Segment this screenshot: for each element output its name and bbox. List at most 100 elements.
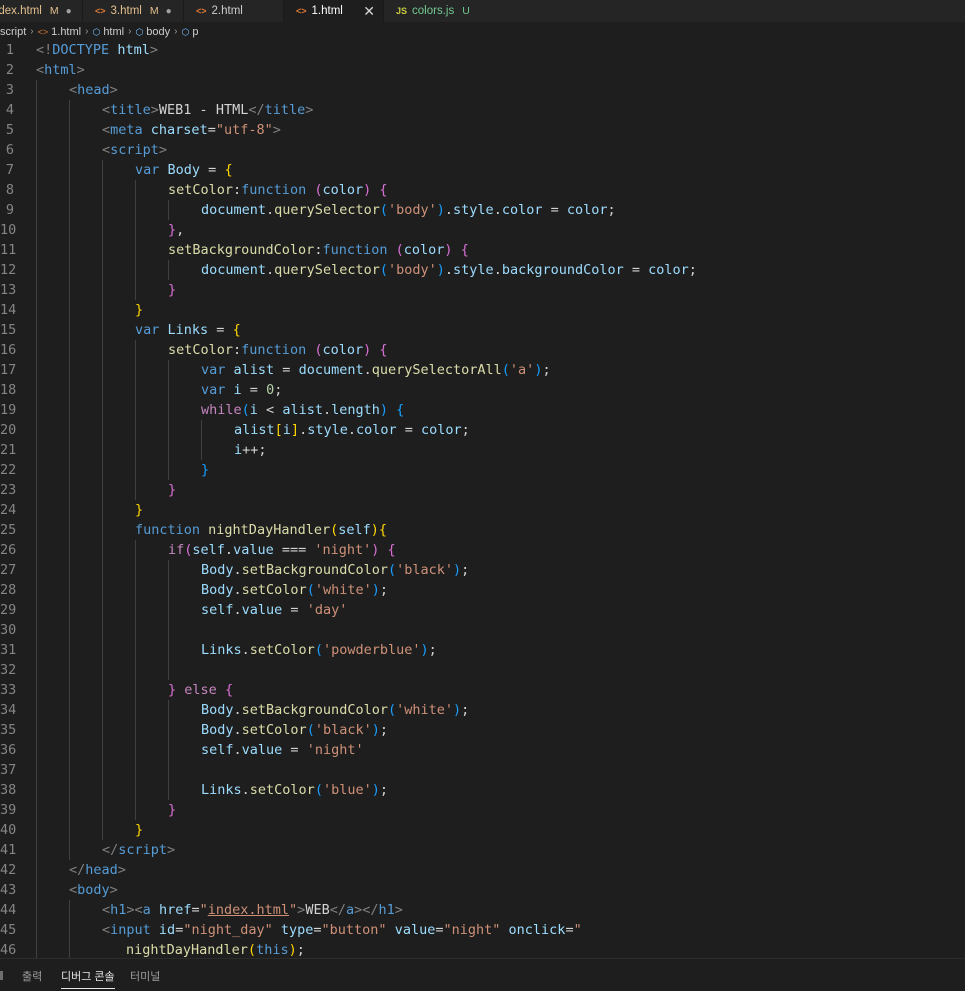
code-line: 35 Body.setColor('black'); <box>0 720 965 740</box>
indent-guide <box>135 620 136 640</box>
code-text: <script> <box>102 140 167 160</box>
code-text: Links.setColor('powderblue'); <box>201 640 437 660</box>
code-text: document.querySelector('body').style.bac… <box>201 260 697 280</box>
indent-guide <box>69 840 70 860</box>
tab-3-html[interactable]: <> 3.html M ● <box>82 0 183 22</box>
line-number: 3 <box>5 82 14 98</box>
chevron-right-icon: › <box>30 26 34 37</box>
code-text: <title>WEB1 - HTML</title> <box>102 100 313 120</box>
code-token: } <box>168 682 177 698</box>
code-line: 34 Body.setBackgroundColor('white'); <box>0 700 965 720</box>
code-text: Body.setBackgroundColor('white'); <box>201 700 469 720</box>
line-number: 26 <box>0 542 17 558</box>
code-text: <h1><a href="index.html">WEB</a></h1> <box>102 900 403 920</box>
code-line: 41 </script> <box>0 840 965 860</box>
breadcrumb-item-p[interactable]: ⬡ p <box>182 26 199 38</box>
code-editor[interactable]: 1 <!DOCTYPE html> 2 <html> 3 <head> 4 <title>WE… <box>0 40 965 958</box>
indent-guide <box>36 540 37 560</box>
indent-guide <box>135 800 136 820</box>
code-line: 45 <input id="night_day" type="button" va… <box>0 920 965 940</box>
indent-guide <box>135 720 136 740</box>
indent-guide <box>168 400 169 420</box>
tab-1-html[interactable]: <> 1.html ✕ <box>283 0 383 22</box>
code-token: charset <box>150 122 208 138</box>
code-token: ) <box>379 402 389 418</box>
code-token: color <box>403 242 445 258</box>
breadcrumb-item-1-html[interactable]: <> 1.html <box>38 26 81 38</box>
code-line: 4 <title>WEB1 - HTML</title> <box>0 100 965 120</box>
line-number: 6 <box>5 142 14 158</box>
breadcrumb-label: html <box>103 25 125 38</box>
code-text: var Links = { <box>135 320 241 340</box>
indent-guide <box>168 640 169 660</box>
code-token: 'white' <box>396 702 454 718</box>
code-token: } <box>168 482 177 498</box>
code-line: 39} <box>0 800 965 820</box>
code-token: color <box>322 182 364 198</box>
code-token: onclick <box>508 922 566 938</box>
panel-tab-2[interactable]: 터미널 <box>130 968 160 984</box>
code-token: document <box>201 202 267 218</box>
indent-guide <box>36 740 37 760</box>
breadcrumb-item-body[interactable]: ⬡ body <box>135 26 170 38</box>
code-token: ( <box>241 402 250 418</box>
tab-ndex-html[interactable]: ndex.html M ● <box>0 0 82 22</box>
code-token: ; <box>542 362 551 378</box>
code-token: style <box>307 422 348 438</box>
indent-guide <box>102 220 103 240</box>
code-token: ) <box>436 262 445 278</box>
indent-guide <box>36 800 37 820</box>
breadcrumb-item-html[interactable]: ⬡ html <box>92 26 124 38</box>
code-token: color <box>322 342 364 358</box>
indent-guide <box>102 560 103 580</box>
indent-guide <box>69 400 70 420</box>
indent-guide <box>36 500 37 520</box>
line-number: 2 <box>5 62 14 78</box>
code-token: { <box>379 182 388 198</box>
indent-guide <box>69 440 70 460</box>
line-number: 13 <box>0 282 17 298</box>
close-icon[interactable]: ✕ <box>363 3 375 20</box>
line-number: 43 <box>0 882 17 898</box>
breadcrumb-item-script[interactable]: script <box>0 26 26 38</box>
code-token: = <box>542 202 567 218</box>
indent-guide <box>168 700 169 720</box>
code-line: 38 Links.setColor('blue'); <box>0 780 965 800</box>
element-icon: ⬡ <box>92 26 101 37</box>
code-token: alist <box>233 362 275 378</box>
code-token: = <box>623 262 649 278</box>
code-token: { <box>379 342 388 358</box>
indent-guide <box>102 660 103 680</box>
code-token: ) <box>444 242 453 258</box>
indent-guide <box>69 820 70 840</box>
unsaved-dot-icon: ● <box>165 5 172 17</box>
code-token: color <box>566 202 608 218</box>
tab-2-html[interactable]: <> 2.html <box>183 0 283 22</box>
indent-guide <box>69 700 70 720</box>
panel-tab-1[interactable]: 디버그 콘솔 <box>61 968 115 989</box>
code-text: <!DOCTYPE html> <box>36 40 158 60</box>
code-token: type <box>280 922 314 938</box>
code-token: 'night' <box>306 742 364 758</box>
indent-guide <box>36 720 37 740</box>
chevron-right-icon: › <box>128 26 132 37</box>
indent-guide <box>102 820 103 840</box>
code-token: var <box>135 162 160 178</box>
code-token: > <box>272 122 281 138</box>
code-text: setBackgroundColor:function (color) { <box>168 240 469 260</box>
git-status-badge: U <box>462 5 470 17</box>
panel-tab-0[interactable]: 출력 <box>22 968 42 984</box>
indent-guide <box>69 520 70 540</box>
code-token: i <box>234 442 243 458</box>
code-line: 7 var Body = { <box>0 160 965 180</box>
indent-guide <box>135 640 136 660</box>
indent-guide <box>69 200 70 220</box>
indent-guide <box>135 460 136 480</box>
code-token: color <box>501 202 543 218</box>
code-line: 19 while(i < alist.length) { <box>0 400 965 420</box>
code-line: 43 <body> <box>0 880 965 900</box>
code-line: 30 <box>0 620 965 640</box>
tab-colors-js[interactable]: JS colors.js U <box>383 0 482 22</box>
code-token: querySelectorAll <box>371 362 502 378</box>
code-token: . <box>224 542 234 558</box>
